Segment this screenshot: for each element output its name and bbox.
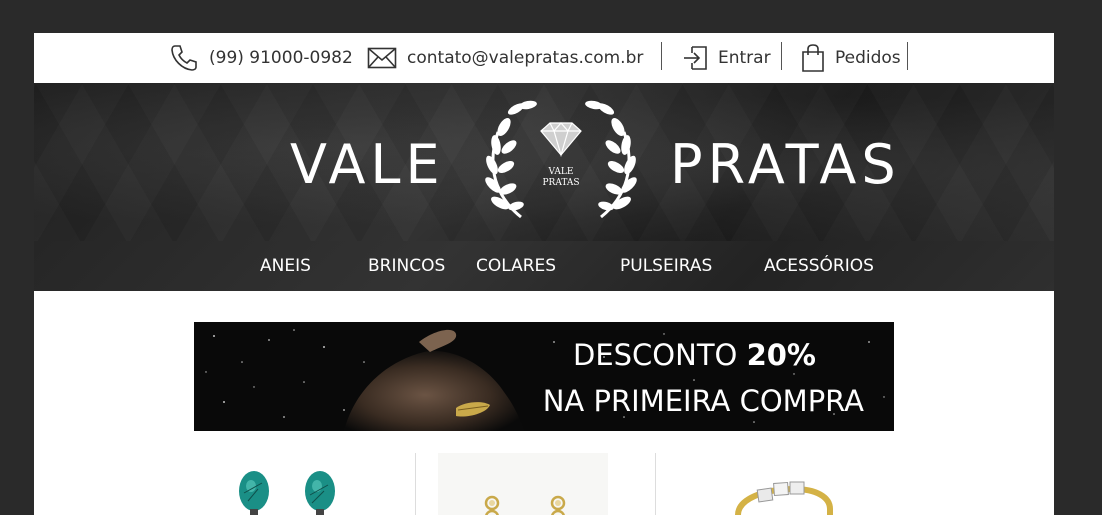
- separator: [661, 42, 662, 70]
- login-label: Entrar: [718, 48, 771, 68]
- product-grid: [34, 453, 1054, 515]
- site-header: VALE VALE PRATAS PRATAS: [34, 83, 1054, 243]
- divider: [655, 453, 656, 515]
- product-card-earrings-turquoise[interactable]: [224, 453, 344, 515]
- product-card-earrings-gold[interactable]: [438, 453, 608, 515]
- orders-link[interactable]: Pedidos: [801, 33, 901, 83]
- email-contact[interactable]: contato@valepratas.com.br: [367, 33, 643, 83]
- product-card-ring[interactable]: [724, 453, 844, 515]
- promo-banner[interactable]: DESCONTO 20% NA PRIMEIRA COMPRA: [194, 322, 894, 431]
- phone-contact[interactable]: (99) 91000-0982: [169, 33, 353, 83]
- divider: [415, 453, 416, 515]
- email-address: contato@valepratas.com.br: [407, 48, 644, 68]
- orders-label: Pedidos: [835, 48, 901, 68]
- login-link[interactable]: Entrar: [682, 33, 771, 83]
- separator: [781, 42, 782, 70]
- phone-icon: [169, 43, 199, 73]
- brand-name-right[interactable]: PRATAS: [670, 135, 901, 195]
- phone-number: (99) 91000-0982: [209, 48, 353, 68]
- nav-item-pulseiras[interactable]: PULSEIRAS: [620, 241, 712, 291]
- banner-headline-prefix: DESCONTO: [572, 338, 738, 372]
- banner-headline: DESCONTO 20%: [573, 338, 816, 372]
- top-contact-bar: (99) 91000-0982 contato@valepratas.com.b…: [34, 33, 1054, 83]
- envelope-icon: [367, 47, 397, 69]
- banner-discount-value: 20%: [746, 338, 816, 372]
- sign-in-icon: [682, 45, 708, 71]
- nav-item-aneis[interactable]: ANEIS: [260, 241, 311, 291]
- gold-earrings-image: [484, 495, 566, 515]
- emblem-text-line1: VALE: [548, 167, 574, 177]
- diamond-laurel-icon[interactable]: VALE PRATAS: [476, 97, 646, 227]
- main-nav: ANEIS BRINCOS COLARES PULSEIRAS ACESSÓRI…: [34, 241, 1054, 291]
- page: (99) 91000-0982 contato@valepratas.com.b…: [34, 33, 1054, 515]
- gold-ring-image: [735, 481, 833, 515]
- banner-subline: NA PRIMEIRA COMPRA: [542, 384, 864, 418]
- shopping-bag-icon: [801, 44, 825, 72]
- emblem-text-line2: PRATAS: [542, 178, 579, 188]
- brand-name-left[interactable]: VALE: [290, 135, 445, 195]
- nav-item-acessorios[interactable]: ACESSÓRIOS: [764, 241, 874, 291]
- nav-item-brincos[interactable]: BRINCOS: [368, 241, 445, 291]
- turquoise-earrings-image: [239, 471, 335, 515]
- separator: [907, 42, 908, 70]
- nav-item-colares[interactable]: COLARES: [476, 241, 556, 291]
